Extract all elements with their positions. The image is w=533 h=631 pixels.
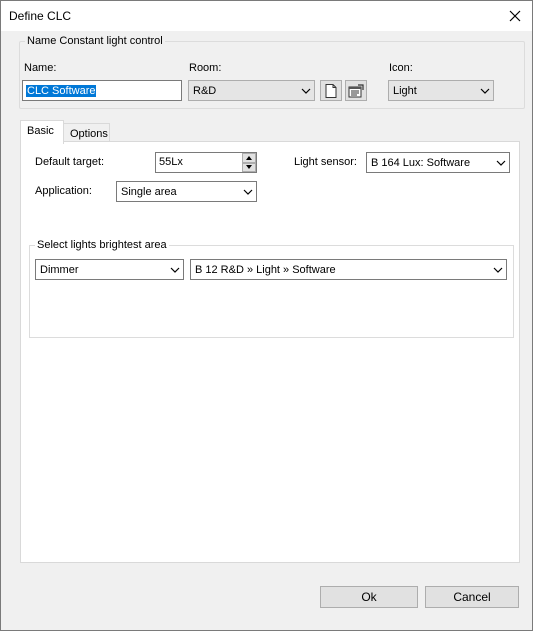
close-icon bbox=[509, 10, 521, 22]
title-bar: Define CLC bbox=[1, 1, 532, 31]
chevron-down-icon bbox=[298, 88, 314, 94]
icon-select[interactable]: Light bbox=[388, 80, 494, 101]
default-target-label: Default target: bbox=[35, 156, 105, 168]
icon-select-value: Light bbox=[393, 84, 417, 97]
name-input-text: CLC Software bbox=[26, 84, 97, 97]
define-clc-dialog: Define CLC Name Constant light control N… bbox=[0, 0, 533, 631]
light-sensor-label: Light sensor: bbox=[294, 156, 357, 168]
room-properties-button[interactable] bbox=[345, 80, 367, 101]
name-input[interactable]: CLC Software bbox=[22, 80, 182, 101]
close-button[interactable] bbox=[498, 1, 532, 31]
ok-button[interactable]: Ok bbox=[320, 586, 418, 608]
new-document-icon bbox=[325, 83, 337, 98]
chevron-down-icon bbox=[490, 267, 506, 273]
spin-up-button[interactable] bbox=[242, 153, 256, 163]
cancel-button-label: Cancel bbox=[453, 590, 491, 604]
cancel-button[interactable]: Cancel bbox=[425, 586, 519, 608]
tab-basic[interactable]: Basic bbox=[20, 120, 64, 144]
room-select[interactable]: R&D bbox=[188, 80, 315, 101]
arrow-up-icon bbox=[246, 155, 252, 160]
icon-label: Icon: bbox=[389, 62, 413, 74]
light-target-select[interactable]: B 12 R&D » Light » Software bbox=[190, 259, 507, 280]
light-type-value: Dimmer bbox=[40, 263, 79, 276]
chevron-down-icon bbox=[240, 189, 256, 195]
default-target-spinner[interactable]: 55Lx bbox=[155, 152, 257, 173]
light-sensor-select[interactable]: B 164 Lux: Software bbox=[366, 152, 510, 173]
light-type-select[interactable]: Dimmer bbox=[35, 259, 184, 280]
application-label: Application: bbox=[35, 185, 92, 197]
default-target-value: 55Lx bbox=[159, 156, 183, 168]
light-target-value: B 12 R&D » Light » Software bbox=[195, 263, 336, 276]
room-label: Room: bbox=[189, 62, 222, 74]
chevron-down-icon bbox=[167, 267, 183, 273]
tab-basic-label: Basic bbox=[27, 125, 54, 137]
tab-panel-basic bbox=[20, 141, 520, 563]
window-title: Define CLC bbox=[9, 9, 72, 23]
name-group-title: Name Constant light control bbox=[25, 35, 165, 47]
name-label: Name: bbox=[24, 62, 57, 74]
properties-icon bbox=[348, 83, 364, 97]
new-room-button[interactable] bbox=[320, 80, 342, 101]
arrow-down-icon bbox=[246, 165, 252, 170]
spin-down-button[interactable] bbox=[242, 162, 256, 172]
chevron-down-icon bbox=[493, 160, 509, 166]
application-select[interactable]: Single area bbox=[116, 181, 257, 202]
room-select-value: R&D bbox=[193, 84, 217, 97]
application-value: Single area bbox=[121, 185, 177, 198]
light-sensor-value: B 164 Lux: Software bbox=[371, 156, 471, 169]
lights-group-title: Select lights brightest area bbox=[35, 239, 169, 251]
ok-button-label: Ok bbox=[361, 590, 377, 604]
tab-options-label: Options bbox=[70, 128, 108, 140]
chevron-down-icon bbox=[477, 88, 493, 94]
